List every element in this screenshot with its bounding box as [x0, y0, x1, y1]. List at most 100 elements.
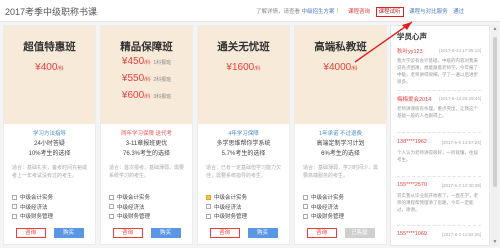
- nav-pass[interactable]: 通过: [453, 9, 464, 15]
- subject-option[interactable]: 中级财务管理: [206, 213, 289, 223]
- plan-description: 适合：已有一定基础但学习能力欠佳，需要系统指导的考生。: [206, 165, 282, 179]
- plan-prices: ¥4000/科: [295, 60, 386, 77]
- review-item: 梅梅爱会2014 [2017-6-12 20:29:44] 老师讲课很有条理，重点…: [397, 95, 481, 126]
- scroll-up-icon[interactable]: ▲: [491, 25, 499, 33]
- plan-feature: 5.7%考生的选择: [221, 151, 266, 157]
- plan-feature: 76.3%考生的选择: [122, 151, 170, 157]
- consult-button[interactable]: 咨询: [306, 228, 337, 238]
- plan-actions: 咨询 已售罄: [295, 228, 386, 238]
- plan-features: 高端定制学习计划 6%考生的选择: [295, 139, 386, 159]
- checkbox-icon[interactable]: [109, 213, 114, 219]
- plan-price: ¥550/科 2科报班: [121, 73, 172, 84]
- top-nav: 课程咨询 课程试听 课程与对比服务 通过: [348, 7, 468, 17]
- notice-close[interactable]: ！: [336, 9, 342, 15]
- plan-feature: 6%考生的选择: [321, 151, 360, 157]
- reviews-scrollbar[interactable]: ▲ ▼: [491, 25, 499, 246]
- subject-option[interactable]: 中级经济法: [12, 204, 95, 214]
- scroll-down-icon[interactable]: ▼: [491, 238, 499, 246]
- subject-option[interactable]: 中级财务管理: [109, 213, 192, 223]
- review-user: 138****1962: [397, 139, 427, 145]
- checkbox-icon[interactable]: [303, 204, 308, 209]
- plan-subtitle: 1年承诺 不过退费: [318, 131, 363, 137]
- checkbox-icon[interactable]: [303, 213, 308, 219]
- plan-description: 适合：首次报考，基础薄弱，需要系统学习的考生。: [109, 165, 185, 179]
- plan-price: ¥1600/科: [226, 62, 261, 73]
- review-text: 其实我从毕业就开始看了，一直在学，老师的课程帮我理清了思路，今年一定能过，谢谢。: [397, 193, 478, 212]
- checkbox-icon[interactable]: [12, 194, 17, 200]
- plan-name: 精品保障班: [120, 41, 173, 53]
- page-title: 2017考季中级职称书课: [5, 7, 98, 17]
- review-user: 155****2570: [397, 182, 427, 188]
- plan-card-premium: 精品保障班 ¥450/科 1科报班 ¥550/科 2科报班 ¥600/科 3科报…: [100, 25, 193, 245]
- plan-feature: 24小时答疑: [34, 141, 65, 147]
- checkbox-icon[interactable]: [109, 204, 114, 209]
- plan-prices: ¥1600/科: [198, 60, 289, 77]
- plan-features: 24小时答疑 10%考生的选择: [4, 139, 95, 159]
- consult-button[interactable]: 咨询: [112, 228, 143, 238]
- plan-price: ¥400/科: [35, 62, 64, 73]
- subject-option[interactable]: 中级经济法: [109, 204, 192, 214]
- plan-name: 超值特惠班: [23, 41, 76, 53]
- subject-option[interactable]: 中级经济法: [206, 204, 289, 214]
- subject-option[interactable]: 中级经济法: [303, 204, 386, 214]
- plan-price: ¥450/科 1科报班: [121, 56, 172, 67]
- review-user: 梅梅爱会2014: [397, 97, 432, 103]
- checkbox-icon[interactable]: [109, 194, 114, 200]
- student-reviews-panel: 学员心声 秋叶yy123 [2017-5-24 17:55:13] 我大学没有会计…: [390, 25, 490, 246]
- review-user: 155****1069: [397, 231, 427, 237]
- plan-card-header: 精品保障班 ¥450/科 1科报班 ¥550/科 2科报班 ¥600/科 3科报…: [101, 26, 192, 124]
- review-item: 秋叶yy123 [2017-5-24 17:55:13] 我大学没有会计基础，中级…: [397, 47, 481, 85]
- divider: [397, 176, 481, 177]
- plan-name: 通关无忧班: [217, 41, 270, 53]
- scrollbar-thumb[interactable]: [493, 37, 497, 187]
- subject-list: 中级会计实务 中级经济法 中级财务管理: [109, 194, 192, 223]
- plan-subtitle: 4年学习保障: [228, 131, 259, 137]
- consult-button[interactable]: 咨询: [209, 228, 240, 238]
- reviews-title: 学员心声: [397, 32, 427, 41]
- divider: [397, 225, 481, 226]
- plan-name: 高端私教班: [314, 41, 367, 53]
- subject-option[interactable]: 中级会计实务: [303, 194, 386, 204]
- nav-course-trial[interactable]: 课程试听: [375, 7, 404, 17]
- divider: [397, 132, 481, 133]
- plan-feature: 多学思维帮你学系统: [216, 141, 271, 147]
- plan-feature: 10%考生的选择: [28, 151, 71, 157]
- plan-price: ¥600/科 3科报班: [121, 90, 172, 101]
- buy-button[interactable]: 购买: [247, 228, 278, 238]
- plan-card-header: 超值特惠班 ¥400/科: [4, 26, 95, 124]
- plan-card-header: 高端私教班 ¥4000/科: [295, 26, 386, 124]
- subject-option[interactable]: 中级会计实务: [12, 194, 95, 204]
- review-date: [2017-5-24 17:55:13]: [439, 48, 481, 53]
- subject-option[interactable]: 中级财务管理: [12, 213, 95, 223]
- sold-out-button: 已售罄: [344, 228, 375, 238]
- checkbox-icon[interactable]: [12, 213, 17, 219]
- review-date: [2017-6-2 11:52:26]: [442, 232, 481, 237]
- plan-card-header: 通关无忧班 ¥1600/科: [198, 26, 289, 124]
- checkbox-icon[interactable]: [12, 204, 17, 209]
- buy-button[interactable]: 购买: [150, 228, 181, 238]
- nav-course-compare[interactable]: 课程与对比服务: [409, 9, 448, 15]
- review-date: [2017-6-2 12:30:39]: [441, 183, 481, 188]
- subject-option[interactable]: 中级财务管理: [303, 213, 386, 223]
- plan-description: 适合：基础薄弱，学习时间少，需要高端服务的考生。: [303, 165, 379, 179]
- checkbox-checked-icon[interactable]: [206, 194, 211, 200]
- nav-course-consult[interactable]: 课程咨询: [348, 9, 370, 15]
- review-item: 138****1962 [2017-6-9 14:57:24] 个人认为老师讲得很…: [397, 139, 481, 170]
- consult-button[interactable]: 咨询: [15, 228, 46, 238]
- enrollment-plan-link[interactable]: 中级招生方案: [302, 9, 335, 15]
- buy-button[interactable]: 购买: [53, 228, 84, 238]
- review-date: [2017-6-12 20:29:44]: [439, 96, 481, 101]
- checkbox-icon[interactable]: [206, 213, 211, 219]
- plan-actions: 咨询 购买: [198, 228, 289, 238]
- checkbox-icon[interactable]: [206, 204, 211, 209]
- notice-bar: 了解详情，请查看 中级招生方案 ！: [256, 7, 342, 15]
- checkbox-icon[interactable]: [303, 194, 308, 200]
- plan-actions: 咨询 购买: [101, 228, 192, 238]
- plan-features: 3-11章报班更优 76.3%考生的选择: [101, 139, 192, 159]
- plan-description: 适合：基础扎实，备考时间充裕或者上一年考试没有过的考生。: [12, 165, 88, 179]
- plan-subtitle: 学习方法指导: [32, 131, 66, 137]
- subject-option[interactable]: 中级会计实务: [206, 194, 289, 204]
- plan-features: 多学思维帮你学系统 5.7%考生的选择: [198, 139, 289, 159]
- subject-option[interactable]: 中级会计实务: [109, 194, 192, 204]
- divider: [397, 90, 481, 91]
